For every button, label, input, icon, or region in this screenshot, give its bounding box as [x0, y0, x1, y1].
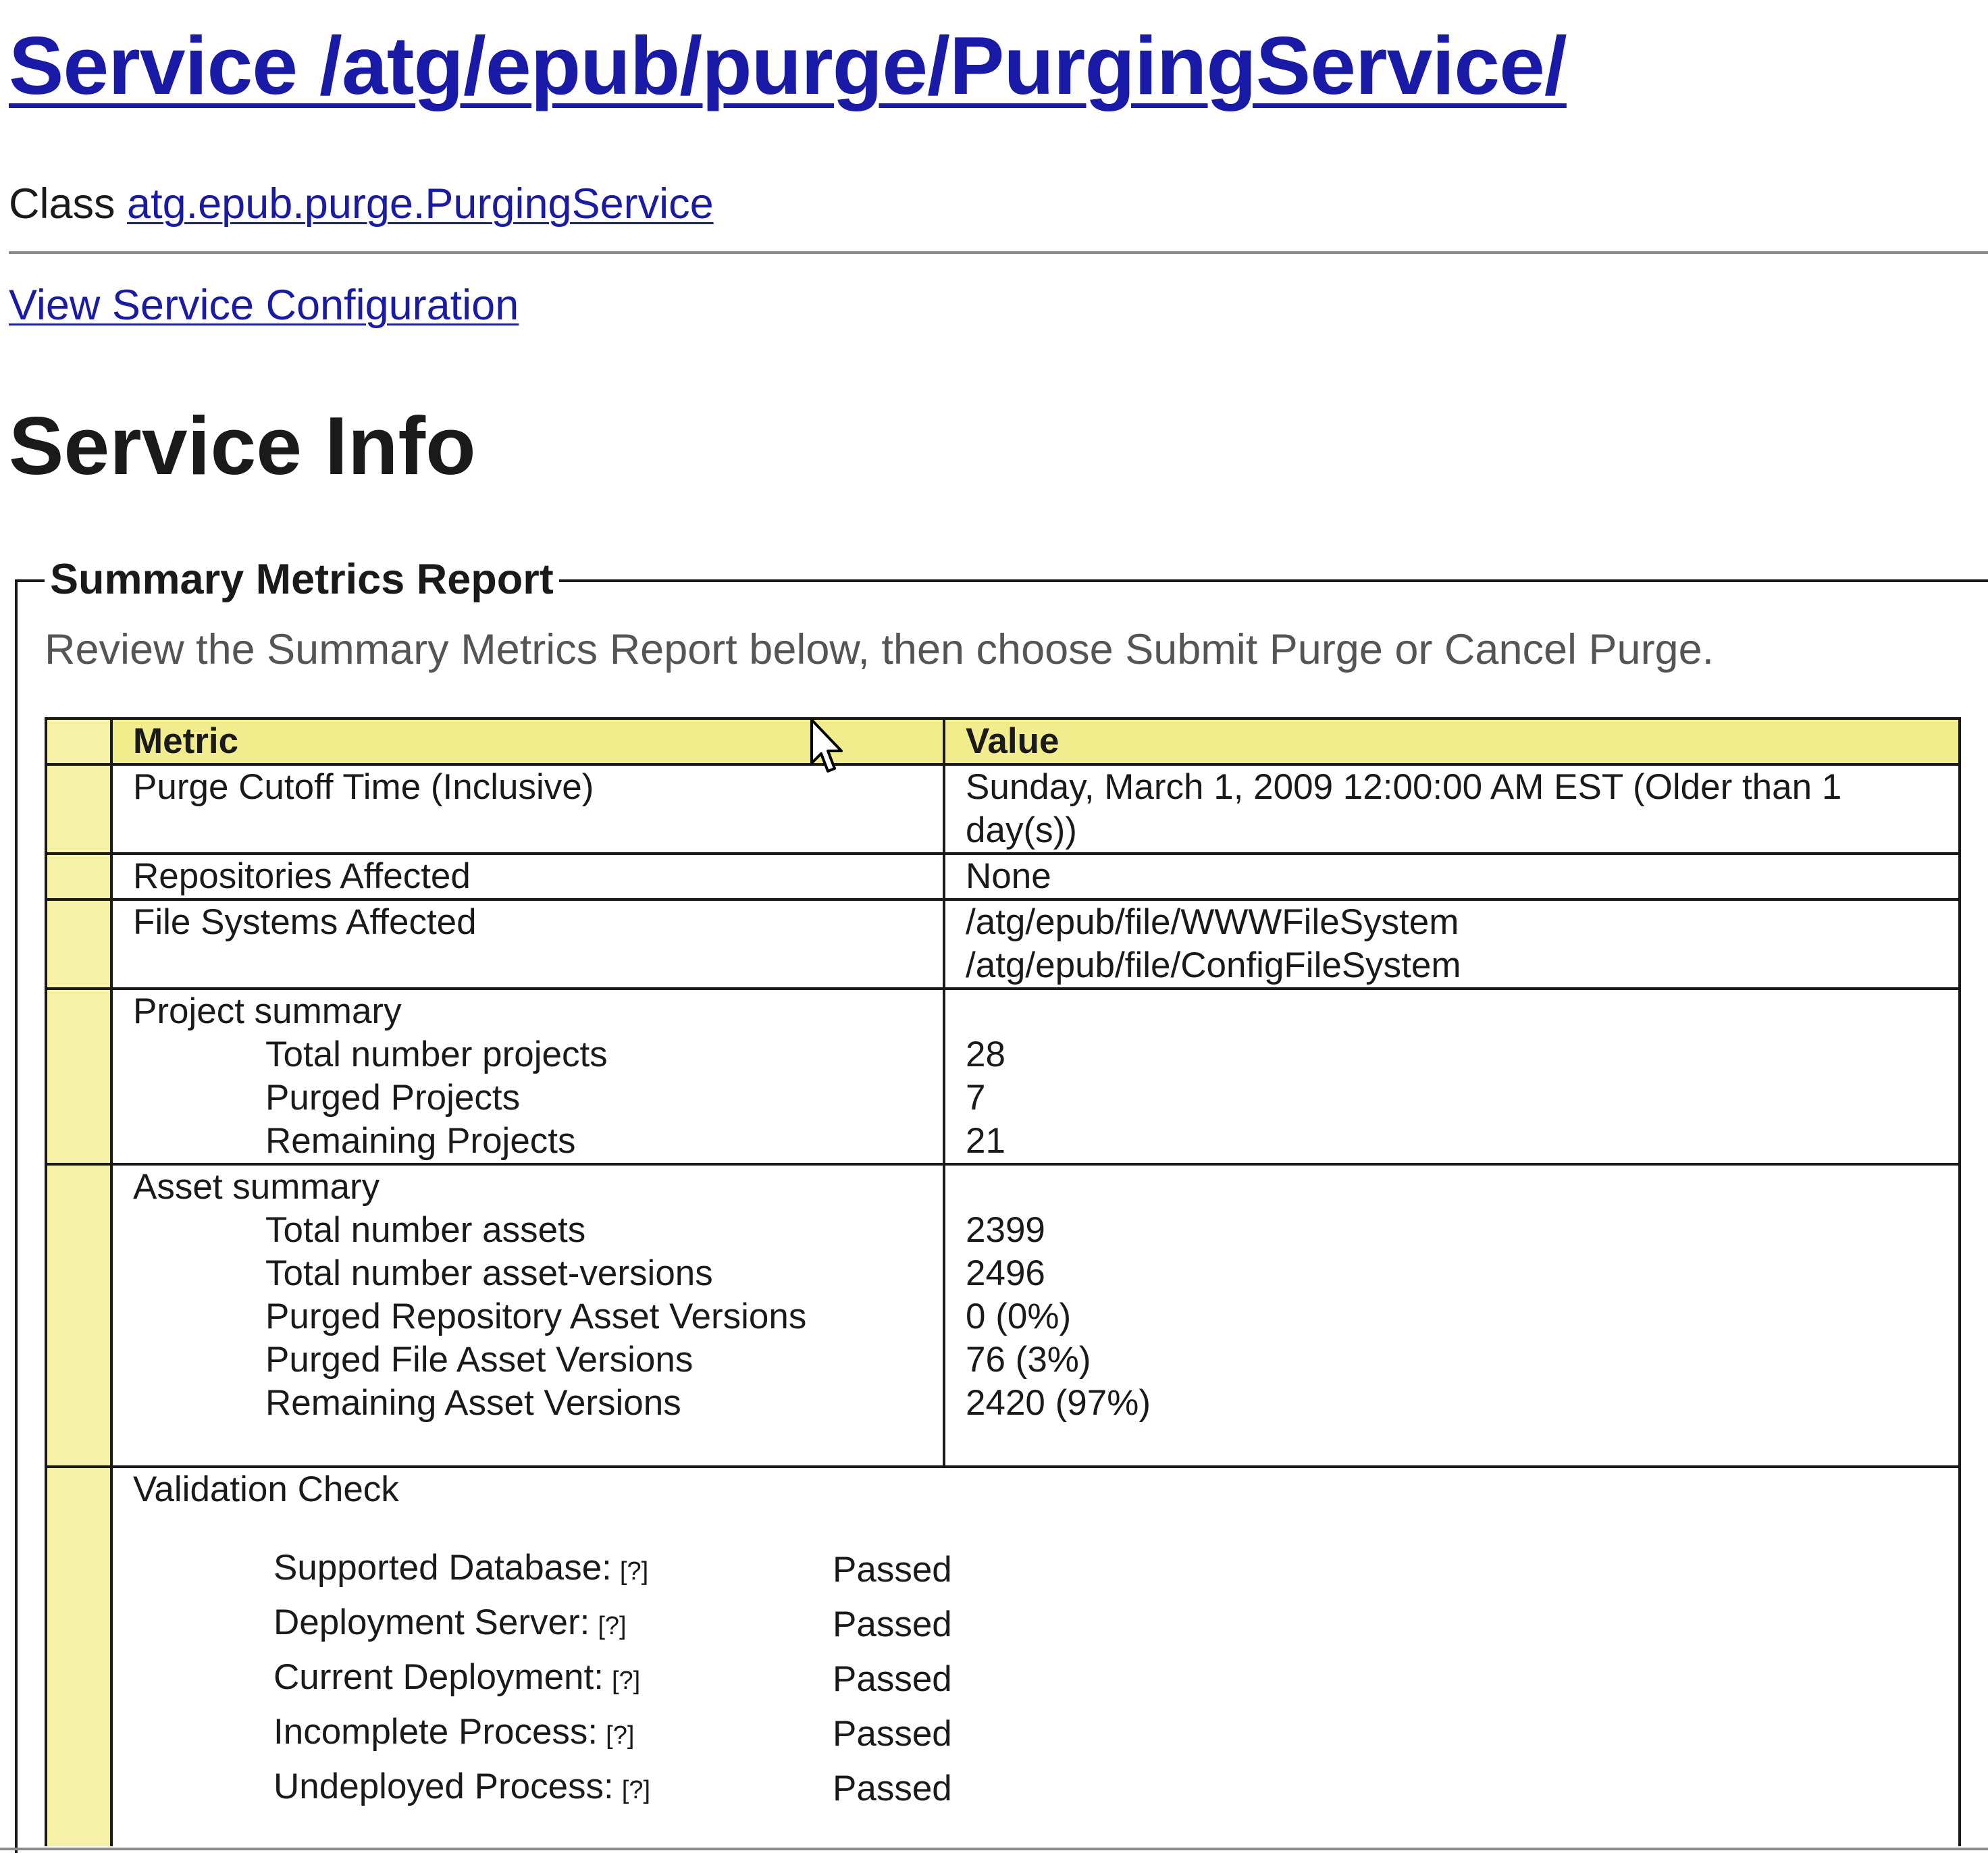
- validation-label-text: Incomplete Process:: [273, 1712, 598, 1752]
- table-row-asset-summary: Asset summary Total number assets Total …: [45, 1163, 1961, 1468]
- validation-row: Incomplete Process: [?] Passed: [133, 1706, 1958, 1761]
- validation-label: Current Deployment: [?]: [133, 1656, 833, 1702]
- metric-label: File Systems Affected: [110, 898, 945, 990]
- table-row-project-summary: Project summary Total number projects Pu…: [45, 987, 1961, 1166]
- validation-label-text: Current Deployment:: [273, 1657, 604, 1697]
- validation-label-text: Undeployed Process:: [273, 1767, 614, 1806]
- help-link[interactable]: [?]: [622, 1776, 650, 1804]
- help-link[interactable]: [?]: [606, 1721, 634, 1750]
- file-system-path: /atg/epub/file/ConfigFileSystem: [966, 945, 1461, 985]
- view-service-configuration-link[interactable]: View Service Configuration: [9, 278, 519, 332]
- row-marker: [45, 1465, 113, 1846]
- column-header-value: Value: [943, 717, 1961, 766]
- metric-value: Sunday, March 1, 2009 12:00:00 AM EST (O…: [943, 763, 1961, 855]
- summary-report-legend: Summary Metrics Report: [45, 552, 559, 606]
- row-marker: [45, 717, 113, 766]
- row-marker: [45, 898, 113, 990]
- validation-status: Passed: [833, 1604, 952, 1644]
- row-marker: [45, 987, 113, 1166]
- metric-label: Project summary Total number projects Pu…: [110, 987, 945, 1166]
- sub-metric-label: Total number assets: [265, 1210, 586, 1250]
- sub-metric-label: Remaining Asset Versions: [265, 1383, 681, 1423]
- horizontal-divider: [9, 251, 1988, 254]
- row-marker: [45, 852, 113, 901]
- mouse-pointer-icon: [810, 719, 843, 773]
- validation-status: Passed: [833, 1768, 952, 1808]
- validation-label: Incomplete Process: [?]: [133, 1711, 833, 1757]
- metric-label: Repositories Affected: [110, 852, 945, 901]
- sub-metric-label: Purged Projects: [265, 1078, 521, 1118]
- validation-check-cell: Validation Check Supported Database: [?] …: [110, 1465, 1961, 1846]
- validation-status: Passed: [833, 1659, 952, 1699]
- validation-label: Undeployed Process: [?]: [133, 1765, 833, 1812]
- validation-label: Supported Database: [?]: [133, 1546, 833, 1593]
- validation-row: Undeployed Process: [?] Passed: [133, 1761, 1958, 1816]
- validation-label-text: Supported Database:: [273, 1548, 612, 1588]
- validation-row: Current Deployment: [?] Passed: [133, 1652, 1958, 1706]
- page: Service /atg/epub/purge/PurgingService/ …: [0, 0, 1988, 1853]
- validation-title: Validation Check: [133, 1469, 399, 1509]
- sub-metric-label: Total number asset-versions: [265, 1253, 713, 1293]
- sub-metric-value: 2420 (97%): [966, 1383, 1151, 1423]
- table-row-validation: Validation Check Supported Database: [?] …: [45, 1465, 1961, 1846]
- metric-value: 28 7 21: [943, 987, 1961, 1166]
- report-instructions: Review the Summary Metrics Report below,…: [45, 626, 1715, 673]
- class-prefix: Class: [9, 180, 115, 228]
- service-title-link[interactable]: Service /atg/epub/purge/PurgingService/: [9, 15, 1567, 116]
- validation-label-text: Deployment Server:: [273, 1602, 590, 1642]
- help-link[interactable]: [?]: [612, 1667, 640, 1695]
- class-line: Class atg.epub.purge.PurgingService: [9, 177, 714, 231]
- sub-metric-label: Total number projects: [265, 1035, 608, 1074]
- group-title: Asset summary: [133, 1167, 380, 1207]
- row-marker: [45, 1163, 113, 1468]
- row-marker: [45, 763, 113, 855]
- sub-metric-value: 28: [966, 1035, 1005, 1074]
- metrics-table: Metric Value Purge Cutoff Time (Inclusiv…: [45, 717, 1961, 1846]
- bottom-edge: [0, 1848, 1988, 1850]
- sub-metric-value: 21: [966, 1121, 1005, 1161]
- sub-metric-label: Purged Repository Asset Versions: [265, 1297, 807, 1336]
- sub-metric-value: 7: [966, 1078, 986, 1118]
- metric-label: Asset summary Total number assets Total …: [110, 1163, 945, 1468]
- metric-value: 2399 2496 0 (0%) 76 (3%) 2420 (97%): [943, 1163, 1961, 1468]
- file-system-path: /atg/epub/file/WWWFileSystem: [966, 902, 1459, 942]
- sub-metric-value: 0 (0%): [966, 1297, 1072, 1336]
- sub-metric-value: 2496: [966, 1253, 1045, 1293]
- sub-metric-label: Purged File Asset Versions: [265, 1340, 694, 1380]
- cutoff-value-line: Sunday, March 1, 2009 12:00:00 AM EST (O…: [966, 767, 1842, 807]
- table-header-row: Metric Value: [45, 717, 1961, 766]
- sub-metric-value: 76 (3%): [966, 1340, 1091, 1380]
- class-name-link[interactable]: atg.epub.purge.PurgingService: [127, 180, 714, 228]
- validation-row: Deployment Server: [?] Passed: [133, 1597, 1958, 1652]
- metric-value: None: [943, 852, 1961, 901]
- sub-metric-label: Remaining Projects: [265, 1121, 576, 1161]
- cutoff-value-line: day(s)): [966, 810, 1077, 850]
- validation-label: Deployment Server: [?]: [133, 1601, 833, 1648]
- help-link[interactable]: [?]: [598, 1612, 626, 1640]
- help-link[interactable]: [?]: [620, 1557, 648, 1586]
- metric-value: /atg/epub/file/WWWFileSystem /atg/epub/f…: [943, 898, 1961, 990]
- group-title: Project summary: [133, 991, 402, 1031]
- validation-row: Supported Database: [?] Passed: [133, 1542, 1958, 1597]
- table-row-file-systems: File Systems Affected /atg/epub/file/WWW…: [45, 898, 1961, 990]
- sub-metric-value: 2399: [966, 1210, 1045, 1250]
- validation-status: Passed: [833, 1713, 952, 1754]
- section-heading: Service Info: [9, 400, 476, 492]
- validation-status: Passed: [833, 1549, 952, 1590]
- table-row-repositories: Repositories Affected None: [45, 852, 1961, 901]
- table-row-cutoff: Purge Cutoff Time (Inclusive) Sunday, Ma…: [45, 763, 1961, 855]
